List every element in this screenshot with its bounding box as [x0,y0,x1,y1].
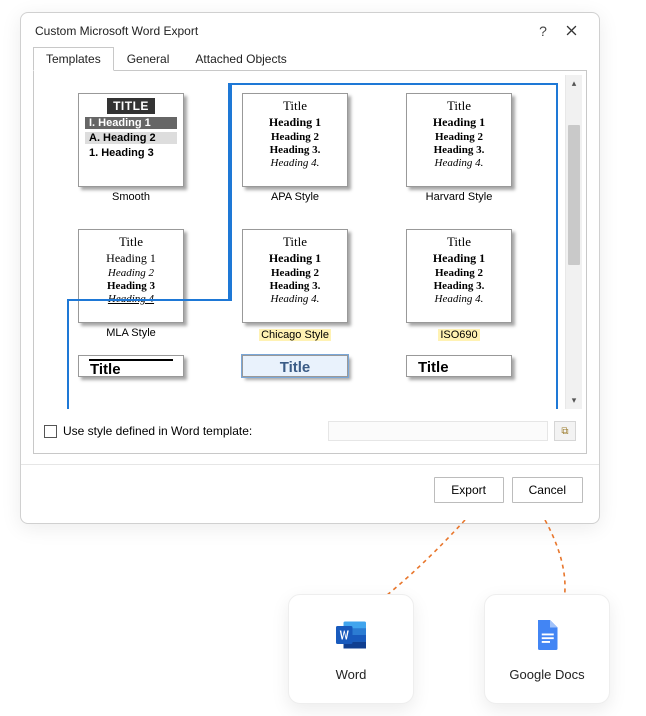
preview-h4: Heading 4. [271,293,320,305]
template-item-partial[interactable]: Title [240,355,350,381]
template-label: Chicago Style [259,329,331,341]
preview-h2: Heading 2 [271,267,319,279]
preview-title: Title [283,234,307,250]
preview-h4: Heading 4. [271,157,320,169]
preview-h2: Heading 2 [108,267,154,279]
preview-h2: Heading 2 [435,267,483,279]
dialog-buttons: Export Cancel [21,465,599,523]
preview-h4: Heading 4. [435,157,484,169]
export-button[interactable]: Export [434,477,504,503]
preview-title: Title [447,234,471,250]
preview-h2: A. Heading 2 [85,132,177,144]
word-icon [333,617,369,653]
template-item-chicago[interactable]: Title Heading 1 Heading 2 Heading 3. Hea… [240,229,350,341]
preview-h3: Heading 3. [270,144,321,156]
help-button[interactable]: ? [529,23,557,39]
preview-h1: Heading 1 [269,251,321,266]
preview-title: Title [447,98,471,114]
google-docs-icon [529,617,565,653]
preview-h1: Heading 1 [269,115,321,130]
cancel-button[interactable]: Cancel [512,477,583,503]
destination-google-docs: Google Docs [484,594,610,704]
template-label: ISO690 [438,329,479,341]
preview-h4: Heading 4. [435,293,484,305]
folder-icon: ⧉ [561,426,568,437]
template-item-iso690[interactable]: Title Heading 1 Heading 2 Heading 3. Hea… [404,229,514,341]
preview-title: Title [119,234,143,250]
preview-h3: Heading 3 [107,280,155,292]
close-icon [566,25,577,36]
preview-h3: Heading 3. [434,144,485,156]
template-label: Smooth [76,191,186,203]
tab-attached-objects[interactable]: Attached Objects [182,47,299,71]
preview-h1: Heading 1 [433,251,485,266]
preview-h3: Heading 3. [434,280,485,292]
tab-general[interactable]: General [114,47,183,71]
scroll-up-icon[interactable]: ▴ [566,75,582,92]
destination-word: Word [288,594,414,704]
export-dialog: Custom Microsoft Word Export ? Templates… [20,12,600,524]
preview-title: TITLE [107,98,155,114]
preview-title: Title [279,359,312,376]
tab-strip: Templates General Attached Objects [21,47,599,71]
titlebar: Custom Microsoft Word Export ? [21,13,599,47]
template-item-harvard[interactable]: Title Heading 1 Heading 2 Heading 3. Hea… [404,93,514,203]
destination-label: Google Docs [509,667,584,682]
scroll-thumb[interactable] [568,125,580,265]
template-item-partial[interactable]: Title [404,355,514,381]
preview-h1: I. Heading 1 [85,117,177,129]
use-style-label: Use style defined in Word template: [63,424,252,438]
preview-title: Title [89,359,173,377]
browse-button[interactable]: ⧉ [554,421,576,441]
template-label: MLA Style [76,327,186,339]
preview-h2: Heading 2 [435,131,483,143]
dialog-title: Custom Microsoft Word Export [35,24,529,38]
preview-title: Title [417,359,501,376]
tab-templates[interactable]: Templates [33,47,114,71]
preview-h3: Heading 3. [270,280,321,292]
preview-h1: Heading 1 [433,115,485,130]
template-label: APA Style [240,191,350,203]
preview-h3: 1. Heading 3 [85,147,177,159]
use-style-checkbox[interactable] [44,425,57,438]
template-item-mla[interactable]: Title Heading 1 Heading 2 Heading 3 Head… [76,229,186,341]
template-item-apa[interactable]: Title Heading 1 Heading 2 Heading 3. Hea… [240,93,350,203]
template-gallery: TITLE I. Heading 1 A. Heading 2 1. Headi… [40,75,565,409]
destination-label: Word [336,667,367,682]
preview-h2: Heading 2 [271,131,319,143]
gallery-scrollbar[interactable]: ▴ ▾ [565,75,582,409]
preview-title: Title [283,98,307,114]
preview-h1: Heading 1 [106,251,156,266]
template-item-partial[interactable]: Title [76,355,186,381]
template-path-input[interactable] [328,421,548,441]
template-item-smooth[interactable]: TITLE I. Heading 1 A. Heading 2 1. Headi… [76,93,186,203]
preview-h4: Heading 4 [108,293,154,305]
scroll-down-icon[interactable]: ▾ [566,392,582,409]
close-button[interactable] [557,23,585,39]
template-label: Harvard Style [404,191,514,203]
use-template-row: Use style defined in Word template: ⧉ [34,413,586,453]
tab-content: TITLE I. Heading 1 A. Heading 2 1. Headi… [33,70,587,454]
